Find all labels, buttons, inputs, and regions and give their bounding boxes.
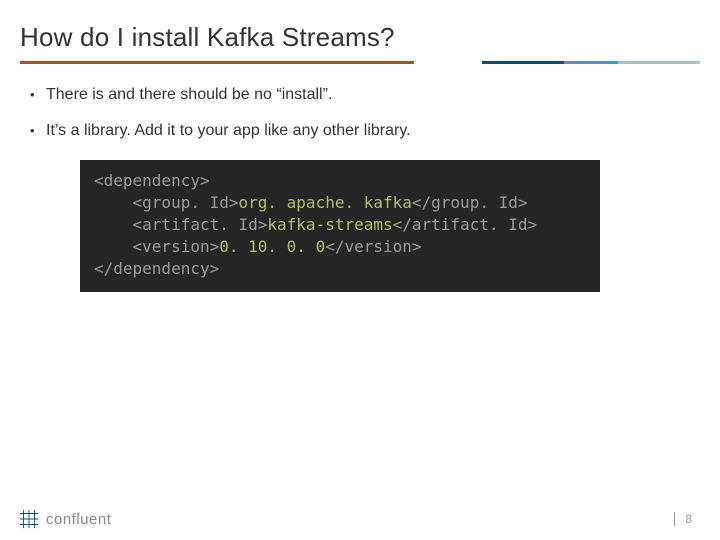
bullet-list: • There is and there should be no “insta… <box>0 84 720 142</box>
bullet-icon: • <box>30 120 46 142</box>
code-tag: <dependency> <box>94 171 210 190</box>
page-number-area: 8 <box>674 512 692 526</box>
bullet-icon: • <box>30 84 46 106</box>
list-item: • There is and there should be no “insta… <box>30 84 700 106</box>
slide-title: How do I install Kafka Streams? <box>20 22 700 53</box>
code-tag: </artifact. Id> <box>393 215 538 234</box>
bullet-text: There is and there should be no “install… <box>46 84 332 106</box>
code-tag: <artifact. Id> <box>94 215 267 234</box>
list-item: • It’s a library. Add it to your app lik… <box>30 120 700 142</box>
slide: How do I install Kafka Streams? • There … <box>0 0 720 540</box>
footer: confluent 8 <box>0 508 720 530</box>
code-tag: </dependency> <box>94 259 219 278</box>
code-block: <dependency> <group. Id>org. apache. kaf… <box>80 160 600 292</box>
title-area: How do I install Kafka Streams? <box>0 0 720 64</box>
bullet-text: It’s a library. Add it to your app like … <box>46 120 411 142</box>
confluent-icon <box>18 508 40 530</box>
code-value: 0. 10. 0. 0 <box>219 237 325 256</box>
accent-line <box>20 61 700 64</box>
code-value: org. apache. kafka <box>239 193 412 212</box>
code-tag: <version> <box>94 237 219 256</box>
code-value: kafka-streams <box>267 215 392 234</box>
code-tag: </group. Id> <box>412 193 528 212</box>
code-tag: <group. Id> <box>94 193 239 212</box>
code-tag: </version> <box>325 237 421 256</box>
page-number: 8 <box>685 512 692 526</box>
divider-icon <box>674 512 675 526</box>
brand-logo: confluent <box>18 508 111 530</box>
brand-name: confluent <box>46 511 111 528</box>
